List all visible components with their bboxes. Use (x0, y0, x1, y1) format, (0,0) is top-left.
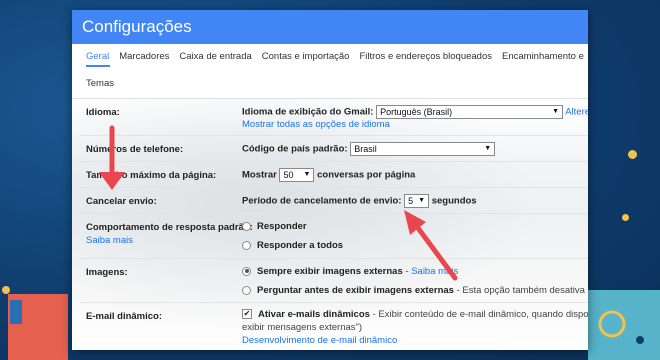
row-divider (80, 302, 588, 303)
chevron-down-icon: ▼ (552, 108, 560, 115)
tamanho-prefix: Mostrar (242, 169, 277, 181)
radio-responder[interactable] (242, 221, 251, 231)
idioma-prefix: Idioma de exibição do Gmail: (242, 106, 374, 118)
setting-label-telefone: Números de telefone: (86, 144, 184, 155)
tab-caixa-de-entrada[interactable]: Caixa de entrada (179, 51, 251, 62)
window-title: Configurações (72, 10, 588, 44)
setting-value-tamanho: Mostrar 50 ▼ conversas por página (242, 168, 415, 182)
tamanho-suffix: conversas por página (317, 169, 416, 181)
row-divider (80, 258, 588, 259)
tab-temas[interactable]: Temas (86, 78, 114, 89)
telefone-prefix: Código de país padrão: (242, 143, 348, 155)
all-language-options-link[interactable]: Mostrar todas as opções de idioma (242, 119, 390, 130)
images-option-ask[interactable]: Perguntar antes de exibir imagens extern… (242, 285, 588, 296)
setting-label-idioma: Idioma: (86, 107, 120, 118)
setting-label-dinamico: E-mail dinâmico: (86, 311, 163, 322)
tab-contas-e-importacao[interactable]: Contas e importação (262, 51, 350, 62)
setting-value-idioma: Idioma de exibição do Gmail: Português (… (242, 105, 588, 119)
tab-marcadores[interactable]: Marcadores (119, 51, 169, 62)
row-divider (80, 161, 588, 162)
setting-label-tamanho: Tamanho máximo da página: (86, 170, 217, 181)
reply-option-responder[interactable]: Responder (242, 221, 307, 232)
images-option-always[interactable]: Sempre exibir imagens externas - Saiba m… (242, 266, 458, 277)
chevron-down-icon: ▼ (484, 145, 492, 152)
tab-geral[interactable]: Geral (86, 51, 109, 62)
settings-content: Idioma: Idioma de exibição do Gmail: Por… (72, 99, 588, 350)
decor-dot (622, 214, 629, 221)
page-size-select[interactable]: 50 ▼ (279, 168, 315, 182)
country-code-select[interactable]: Brasil ▼ (350, 142, 496, 156)
chevron-down-icon: ▼ (303, 171, 311, 178)
language-select[interactable]: Português (Brasil) ▼ (376, 105, 564, 119)
radio-images-always[interactable] (242, 266, 251, 276)
radio-images-ask[interactable] (242, 285, 251, 295)
radio-responder-todos[interactable] (242, 240, 251, 250)
cancelar-suffix: segundos (431, 195, 477, 207)
cancelar-prefix: Período de cancelamento de envio: (242, 195, 402, 207)
chevron-down-icon: ▼ (418, 197, 426, 204)
decor-dot (628, 150, 637, 159)
active-tab-indicator (86, 65, 110, 67)
setting-label-resposta: Comportamento de resposta padrão: (86, 222, 253, 233)
setting-label-imagens: Imagens: (86, 267, 128, 278)
row-divider (80, 213, 588, 214)
dynamic-email-dev-link[interactable]: Desenvolvimento de e-mail dinâmico (242, 335, 397, 346)
decor-shape-left (2, 286, 68, 360)
setting-value-cancelar-envio: Período de cancelamento de envio: 5 ▼ seg… (242, 194, 477, 208)
settings-window: Configurações Geral Marcadores Caixa de … (72, 10, 588, 350)
dynamic-email-option[interactable]: ✔ Ativar e-mails dinâmicos - Exibir conte… (242, 309, 588, 320)
reply-option-responder-todos[interactable]: Responder a todos (242, 240, 343, 251)
tab-filtros[interactable]: Filtros e endereços bloqueados (359, 51, 492, 62)
change-language-link[interactable]: Altere as (565, 107, 588, 118)
row-divider (80, 187, 588, 188)
settings-tabs: Geral Marcadores Caixa de entrada Contas… (72, 44, 588, 68)
decor-shape-right (588, 290, 660, 360)
row-divider (80, 135, 588, 136)
tab-encaminhamento[interactable]: Encaminhamento e (502, 51, 584, 62)
dynamic-email-note: exibir mensagens externas") (242, 322, 363, 333)
setting-label-cancelar-envio: Cancelar envio: (86, 196, 157, 207)
images-learn-more-link[interactable]: Saiba mais (411, 266, 458, 277)
undo-send-period-select[interactable]: 5 ▼ (404, 194, 430, 208)
dynamic-email-checkbox[interactable]: ✔ (242, 309, 252, 320)
setting-value-telefone: Código de país padrão: Brasil ▼ (242, 142, 496, 156)
reply-learn-more-link[interactable]: Saiba mais (86, 235, 133, 246)
